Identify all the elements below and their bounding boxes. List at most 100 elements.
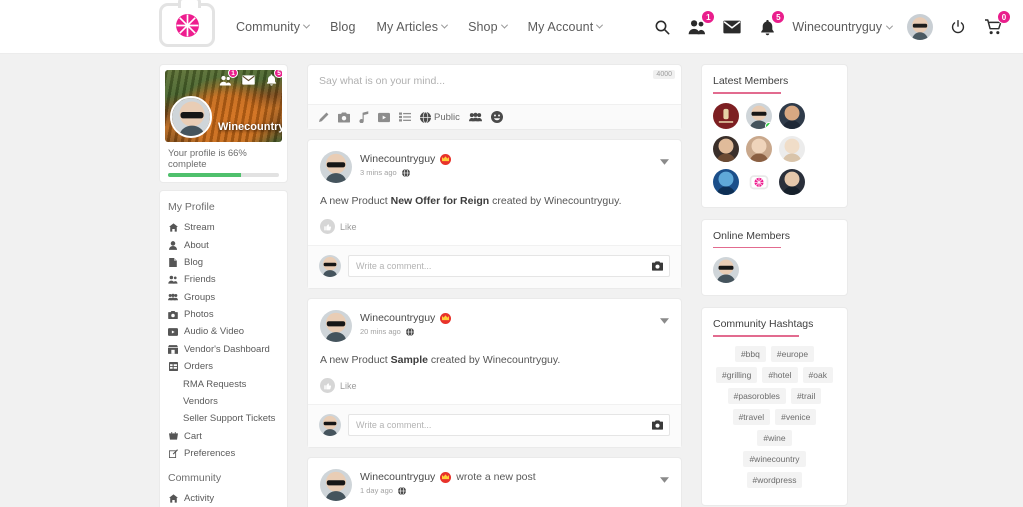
nav-item-shop[interactable]: Shop — [468, 20, 508, 34]
character-counter: 4000 — [653, 70, 675, 79]
chevron-down-icon[interactable] — [660, 152, 669, 170]
hashtag-wine[interactable]: #wine — [757, 429, 792, 446]
user-menu[interactable]: Winecountryguy — [792, 20, 894, 34]
crown-badge-icon — [440, 312, 452, 324]
music-icon[interactable] — [359, 111, 369, 123]
avatar-image — [779, 135, 805, 162]
hashtag-wordpress[interactable]: #wordpress — [746, 471, 803, 488]
hashtag-hotel[interactable]: #hotel — [762, 366, 798, 383]
envelope-icon[interactable] — [722, 17, 742, 37]
online-member-avatar-1[interactable] — [713, 257, 739, 283]
hashtag-grilling[interactable]: #grilling — [716, 366, 758, 383]
avatar-image — [320, 469, 352, 501]
nav-item-blog[interactable]: Blog — [330, 20, 355, 34]
post-author-avatar[interactable] — [320, 310, 352, 342]
sidebar-item-friends[interactable]: Friends — [160, 271, 287, 288]
community-hashtags-widget: Community Hashtags #bbq #europe #grilling #… — [701, 307, 848, 506]
member-avatar-1[interactable] — [713, 102, 739, 129]
chevron-down-icon[interactable] — [660, 470, 669, 488]
sidebar-item-cart[interactable]: Cart — [160, 428, 287, 445]
profile-avatar[interactable] — [170, 96, 212, 138]
sidebar-item-label: RMA Requests — [183, 378, 247, 390]
post-author-name[interactable]: Winecountryguy — [360, 471, 435, 483]
sidebar-item-rma-requests[interactable]: RMA Requests — [160, 375, 287, 392]
composer-textarea[interactable]: Say what is on your mind... 4000 — [308, 65, 681, 105]
search-icon[interactable] — [652, 17, 672, 37]
member-avatar-4[interactable] — [713, 135, 739, 162]
nav-item-my-account[interactable]: My Account — [528, 20, 604, 34]
post-author-avatar[interactable] — [320, 151, 352, 183]
member-avatar-6[interactable] — [779, 135, 805, 162]
post-author-name[interactable]: Winecountryguy — [360, 153, 435, 165]
sidebar-item-seller-support-tickets[interactable]: Seller Support Tickets — [160, 410, 287, 427]
member-avatar-9[interactable] — [779, 168, 805, 195]
bell-icon[interactable]: 5 — [757, 10, 786, 37]
post-text-highlight[interactable]: New Offer for Reign — [391, 195, 490, 207]
right-sidebar: Latest Members Online Members Community … — [701, 64, 848, 507]
grid-icon — [168, 362, 178, 372]
sidebar-item-preferences[interactable]: Preferences — [160, 445, 287, 462]
online-members-grid — [713, 257, 836, 283]
avatar[interactable] — [907, 14, 933, 40]
nav-label: Blog — [330, 19, 356, 34]
emoji-icon[interactable] — [490, 111, 503, 123]
comment-input[interactable]: Write a comment... — [348, 255, 670, 277]
sidebar-item-audio-video[interactable]: Audio & Video — [160, 323, 287, 340]
member-avatar-5[interactable] — [746, 135, 772, 162]
sidebar-item-about[interactable]: About — [160, 236, 287, 253]
member-avatar-8[interactable] — [746, 168, 772, 195]
like-button[interactable]: Like — [308, 207, 681, 245]
friends-icon[interactable]: 1 — [218, 70, 238, 87]
cart-icon[interactable]: 0 — [983, 10, 1011, 37]
chevron-down-icon[interactable] — [660, 311, 669, 329]
hashtag-oak[interactable]: #oak — [802, 366, 833, 383]
sidebar-item-blog[interactable]: Blog — [160, 254, 287, 271]
sidebar-item-stream[interactable]: Stream — [160, 219, 287, 236]
sidebar-item-vendor-s-dashboard[interactable]: Vendor's Dashboard — [160, 341, 287, 358]
home-icon — [168, 494, 178, 504]
like-button[interactable]: Like — [308, 366, 681, 404]
post-author-line: Winecountryguy — [360, 153, 456, 165]
thumbs-up-icon — [320, 378, 335, 393]
hashtag-travel[interactable]: #travel — [732, 408, 771, 425]
post-author-name[interactable]: Winecountryguy — [360, 312, 435, 324]
sidebar-item-vendors[interactable]: Vendors — [160, 393, 287, 410]
hashtag-venice[interactable]: #venice — [775, 408, 817, 425]
sidebar-item-groups[interactable]: Groups — [160, 289, 287, 306]
hashtag-winecountry[interactable]: #winecountry — [743, 450, 806, 467]
post-text-highlight[interactable]: Sample — [391, 354, 428, 366]
person-icon — [168, 240, 178, 250]
sidebar-item-label: Groups — [184, 291, 216, 303]
post-timestamp-row: 1 day ago — [360, 486, 536, 495]
post-author-avatar[interactable] — [320, 469, 352, 501]
member-avatar-2[interactable] — [746, 102, 772, 129]
hashtag-bbq[interactable]: #bbq — [734, 345, 766, 362]
pencil-icon[interactable] — [318, 112, 329, 123]
privacy-selector[interactable]: Public — [420, 111, 460, 123]
sidebar-item-orders[interactable]: Orders — [160, 358, 287, 375]
video-icon[interactable] — [378, 112, 390, 123]
site-logo[interactable] — [159, 0, 215, 47]
sidebar-item-activity[interactable]: Activity — [160, 490, 287, 507]
hashtag-pasorobles[interactable]: #pasorobles — [727, 387, 786, 404]
bell-icon[interactable]: 5 — [264, 70, 282, 87]
nav-item-community[interactable]: Community — [236, 20, 311, 34]
group-icon[interactable] — [468, 112, 482, 122]
member-avatar-3[interactable] — [779, 102, 805, 129]
hashtag-europe[interactable]: #europe — [770, 345, 815, 362]
comment-input[interactable]: Write a comment... — [348, 414, 670, 436]
post-text-before: A new Product — [320, 195, 391, 207]
envelope-icon[interactable] — [241, 73, 255, 87]
camera-icon[interactable] — [652, 261, 663, 271]
thumbs-up-icon — [320, 219, 335, 234]
camera-icon[interactable] — [338, 112, 350, 123]
power-icon[interactable] — [948, 17, 968, 37]
list-icon[interactable] — [399, 112, 411, 122]
member-avatar-7[interactable] — [713, 168, 739, 195]
camera-icon[interactable] — [652, 420, 663, 430]
nav-item-my-articles[interactable]: My Articles — [377, 20, 449, 34]
sidebar-item-photos[interactable]: Photos — [160, 306, 287, 323]
friends-icon[interactable]: 1 — [687, 10, 716, 37]
sidebar-item-label: Friends — [184, 274, 216, 286]
hashtag-trail[interactable]: #trail — [790, 387, 822, 404]
